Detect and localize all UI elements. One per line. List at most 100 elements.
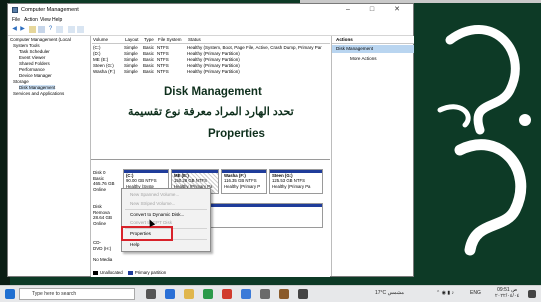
tree-item-shared-folders[interactable]: Shared Folders xyxy=(19,61,50,66)
cell-layout: Simple xyxy=(124,57,138,62)
maximize-button[interactable]: □ xyxy=(361,5,383,15)
cell-status: Healthy (Primary Partition) xyxy=(187,51,240,56)
menu-new-spanned-volume[interactable]: New Spanned Volume... xyxy=(130,192,179,197)
tree-item-disk-management[interactable]: Disk Management xyxy=(19,85,56,90)
legend-primary: Primary partition xyxy=(134,270,167,275)
cell-type: Basic xyxy=(143,57,155,62)
weather-desc: مشمس xyxy=(387,290,404,296)
cell-fs: NTFS xyxy=(157,57,169,62)
partition-f[interactable]: Washa (F:) 116.35 GB NTFS Healthy (Prima… xyxy=(221,169,267,194)
disk1-label[interactable]: Disk Remova 28.64 GB Online xyxy=(93,204,112,226)
cell-volume: (C:) xyxy=(93,45,101,50)
calligraphy-wallpaper xyxy=(437,25,531,256)
cell-volume: Washa (F:) xyxy=(93,69,116,74)
cdrom-label[interactable]: CD- DVD (H:) No Media xyxy=(93,240,112,262)
menu-help-item[interactable]: Help xyxy=(130,242,139,247)
volume-list-header: Volume Layout Type File System Status xyxy=(92,37,330,44)
app-icon-gray[interactable] xyxy=(260,289,270,299)
chrome-icon[interactable] xyxy=(203,289,213,299)
title-bar[interactable]: Computer Management – □ ✕ xyxy=(8,4,413,16)
edge-icon[interactable] xyxy=(165,289,175,299)
menu-file[interactable]: File xyxy=(12,17,20,23)
minimize-button[interactable]: – xyxy=(337,5,359,15)
actions-header: Actions xyxy=(332,36,414,44)
clock-date: ٢٠٢٢/٠٤/٠٤ xyxy=(495,293,520,299)
file-explorer-icon[interactable] xyxy=(184,289,194,299)
cell-volume: ME (E:) xyxy=(93,57,109,62)
menu-help[interactable]: Help xyxy=(52,17,62,23)
close-button[interactable]: ✕ xyxy=(386,5,408,15)
clock[interactable]: 09:51 ص ٢٠٢٢/٠٤/٠٤ xyxy=(495,287,519,299)
overlay-title-arabic: تحدد الهارد المراد معرفة نوع تقسيمة xyxy=(128,106,294,118)
tree-item-task-scheduler[interactable]: Task Scheduler xyxy=(19,49,50,54)
menu-separator xyxy=(125,209,207,210)
legend-unallocated: Unallocated xyxy=(100,270,123,275)
partition-g[interactable]: Steen (G:) 125.53 GB NTFS Healthy (Prima… xyxy=(269,169,323,194)
cell-volume: Steen (G:) xyxy=(93,63,114,68)
cell-fs: NTFS xyxy=(157,51,169,56)
disk0-label[interactable]: Disk 0 Basic 465.76 GB Online xyxy=(93,170,115,192)
cell-fs: NTFS xyxy=(157,69,169,74)
folder-icon[interactable] xyxy=(29,26,36,33)
partition-bar xyxy=(172,170,218,173)
tree-item-device-manager[interactable]: Device Manager xyxy=(19,73,52,78)
col-type[interactable]: Type xyxy=(144,37,154,42)
menu-view[interactable]: View xyxy=(40,17,51,23)
cell-status: Healthy (Primary Partition) xyxy=(187,57,240,62)
menu-new-striped-volume[interactable]: New Striped Volume... xyxy=(130,201,175,206)
menu-action[interactable]: Action xyxy=(24,17,38,23)
cell-type: Basic xyxy=(143,51,155,56)
partition-bar xyxy=(124,170,168,173)
menu-convert-dynamic[interactable]: Convert to Dynamic Disk... xyxy=(130,212,184,217)
toolbar: ◀ ▶ ? xyxy=(8,24,413,36)
windows-start-icon[interactable] xyxy=(5,289,15,299)
cell-volume: (D:) xyxy=(93,51,101,56)
primary-swatch xyxy=(127,270,133,275)
partition-removable[interactable] xyxy=(201,203,323,228)
actions-disk-management[interactable]: Disk Management xyxy=(332,45,414,53)
actions-more[interactable]: More Actions xyxy=(350,56,377,61)
navigation-tree: Computer Management (Local System Tools … xyxy=(8,36,91,276)
partition-status: Healthy (Primary P xyxy=(224,183,261,189)
tree-item-event-viewer[interactable]: Event Viewer xyxy=(19,55,45,60)
cell-layout: Simple xyxy=(124,51,138,56)
cell-layout: Simple xyxy=(124,45,138,50)
back-icon[interactable]: ◀ xyxy=(11,26,18,33)
app-icon-red[interactable] xyxy=(222,289,232,299)
actions-pane: Actions Disk Management More Actions xyxy=(331,36,414,276)
computer-management-window: Computer Management – □ ✕ File Action Vi… xyxy=(7,3,414,277)
menu-bar: File Action View Help xyxy=(8,16,413,24)
list-icon[interactable] xyxy=(77,26,84,33)
view-icon[interactable] xyxy=(56,26,63,33)
language-indicator[interactable]: ENG xyxy=(470,290,481,296)
cell-fs: NTFS xyxy=(157,45,169,50)
taskbar-search-input[interactable]: Type here to search xyxy=(19,288,135,300)
tree-item-services-applications[interactable]: Services and Applications xyxy=(13,91,64,96)
col-volume[interactable]: Volume xyxy=(93,37,108,42)
weather-widget[interactable]: 17°C مشمس xyxy=(375,290,404,296)
overlay-title-english: Disk Management xyxy=(164,86,262,98)
col-status[interactable]: Status xyxy=(188,37,201,42)
app-icon xyxy=(12,7,18,13)
cell-layout: Simple xyxy=(124,69,138,74)
properties-highlight-box xyxy=(121,226,173,241)
properties-icon[interactable] xyxy=(38,26,45,33)
tree-item-storage[interactable]: Storage xyxy=(13,79,29,84)
tree-item-performance[interactable]: Performance xyxy=(19,67,45,72)
computer-management-taskbar-icon[interactable] xyxy=(298,289,308,299)
app-icon-brown[interactable] xyxy=(279,289,289,299)
tree-item-system-tools[interactable]: System Tools xyxy=(13,43,40,48)
partition-bar xyxy=(270,170,322,173)
connect-icon[interactable] xyxy=(68,26,75,33)
weather-temp: 17°C xyxy=(375,290,387,296)
col-layout[interactable]: Layout xyxy=(125,37,139,42)
col-file-system[interactable]: File System xyxy=(158,37,182,42)
tray-icons[interactable]: ⌃ ◉ ▮ ♪ xyxy=(436,290,454,296)
task-view-icon[interactable] xyxy=(146,289,156,299)
taskbar: Type here to search 17°C مشمس ⌃ ◉ ▮ ♪ EN… xyxy=(0,285,541,302)
tree-item-computer-management[interactable]: Computer Management (Local xyxy=(10,37,71,42)
forward-icon[interactable]: ▶ xyxy=(19,26,26,33)
notification-icon[interactable] xyxy=(528,290,536,298)
help-icon[interactable]: ? xyxy=(47,26,54,33)
app-icon-blue[interactable] xyxy=(241,289,251,299)
